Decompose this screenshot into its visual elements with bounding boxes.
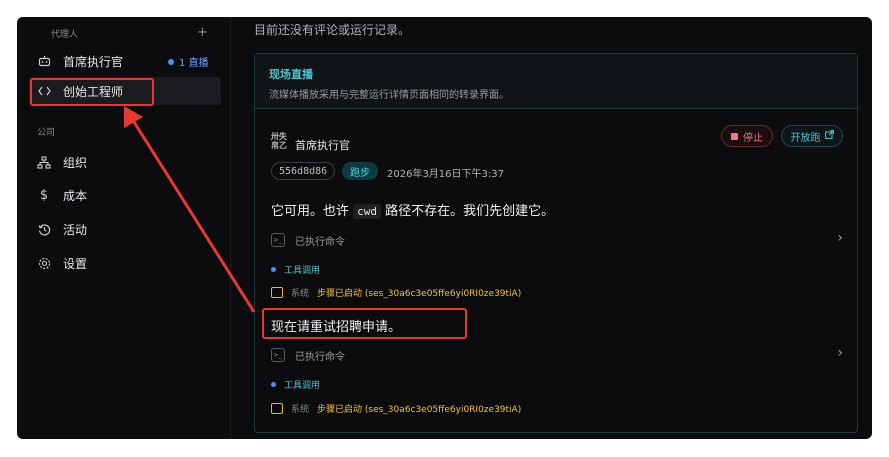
live-run-panel: 现场直播 流媒体播放采用与完整运行详情页面相同的转录界面。 卅失 帛乙 首席执行官… — [254, 53, 858, 433]
run-status-badge: 跑步 — [342, 162, 378, 180]
stop-icon — [731, 132, 738, 140]
bullet-dot — [271, 382, 276, 387]
annotation-box-sidebar — [30, 78, 154, 106]
executed-command-row[interactable]: >_ 已执行命令 › — [271, 230, 843, 250]
sidebar-item-cost[interactable]: $ 成本 — [29, 181, 221, 209]
tool-call-row[interactable]: 工具调用 — [271, 378, 320, 391]
main-content: 目前还没有评论或运行记录。 现场直播 流媒体播放采用与完整运行详情页面相同的转录… — [232, 17, 872, 439]
sidebar-item-activity[interactable]: 活动 — [29, 215, 221, 243]
add-agent-button[interactable]: + — [197, 25, 208, 40]
tool-label: 工具调用 — [284, 266, 321, 276]
sidebar-item-org[interactable]: 组织 — [29, 148, 221, 176]
annotation-box-message — [262, 308, 467, 339]
message-text: 路径不存在。我们先创建它。 — [385, 204, 555, 219]
org-chart-icon — [33, 155, 55, 169]
run-id-badge: 556d8d86 — [271, 162, 336, 180]
sidebar-item-label: 成本 — [63, 188, 88, 203]
sidebar-item-label: 设置 — [63, 256, 88, 271]
bullet-dot — [271, 267, 276, 272]
live-badge: 1 直播 — [179, 58, 209, 69]
run-timestamp: 2026年3月16日下午3:37 — [387, 169, 504, 180]
agent-name: 首席执行官 — [295, 139, 350, 152]
system-text: 步骤已启动 (ses_30a6c3e05ffe6yi0RI0ze39tiA) — [317, 405, 522, 415]
agent-avatar: 卅失 帛乙 — [271, 132, 287, 150]
robot-icon — [33, 55, 55, 67]
assistant-message: 它可用。也许 cwd 路径不存在。我们先创建它。 — [271, 200, 554, 219]
system-label: 系统 — [291, 405, 310, 415]
chevron-right-icon: › — [837, 345, 843, 361]
panel-header: 现场直播 流媒体播放采用与完整运行详情页面相同的转录界面。 — [255, 54, 857, 109]
stop-label: 停止 — [743, 132, 763, 144]
sidebar-item-label: 首席执行官 — [63, 54, 124, 69]
tool-call-row[interactable]: 工具调用 — [271, 263, 320, 276]
system-label: 系统 — [291, 289, 310, 299]
terminal-icon: >_ — [271, 348, 285, 362]
inline-code: cwd — [353, 204, 382, 219]
system-event-row: 系统 步骤已启动 (ses_30a6c3e05ffe6yi0RI0ze39tiA… — [271, 286, 521, 299]
terminal-icon — [271, 287, 283, 298]
exec-label: 已执行命令 — [295, 351, 345, 363]
sidebar-item-label: 组织 — [63, 155, 88, 170]
external-link-icon — [824, 130, 834, 142]
system-event-row: 系统 步骤已启动 (ses_30a6c3e05ffe6yi0RI0ze39tiA… — [271, 402, 521, 415]
terminal-icon — [271, 403, 283, 414]
exec-label: 已执行命令 — [295, 236, 345, 248]
empty-state-text: 目前还没有评论或运行记录。 — [254, 23, 411, 37]
executed-command-row[interactable]: >_ 已执行命令 › — [271, 345, 843, 365]
agents-heading: 代理人 — [51, 30, 79, 40]
message-text: 它可用。也许 — [271, 204, 350, 219]
dollar-icon: $ — [39, 187, 49, 203]
open-run-button[interactable]: 开放跑 — [781, 125, 843, 147]
panel-subtitle: 流媒体播放采用与完整运行详情页面相同的转录界面。 — [269, 90, 509, 101]
stop-button[interactable]: 停止 — [721, 125, 773, 147]
system-text: 步骤已启动 (ses_30a6c3e05ffe6yi0RI0ze39tiA) — [317, 289, 522, 299]
sidebar-item-label: 活动 — [63, 222, 88, 237]
tool-label: 工具调用 — [284, 381, 321, 391]
company-heading: 公司 — [37, 128, 56, 138]
terminal-icon: >_ — [271, 233, 285, 247]
live-indicator-dot — [168, 59, 174, 65]
chevron-right-icon: › — [837, 230, 843, 246]
history-icon — [33, 223, 55, 236]
open-run-label: 开放跑 — [790, 132, 821, 144]
panel-title: 现场直播 — [269, 68, 313, 81]
sidebar-item-settings[interactable]: 设置 — [29, 249, 221, 277]
gear-icon — [33, 257, 55, 270]
